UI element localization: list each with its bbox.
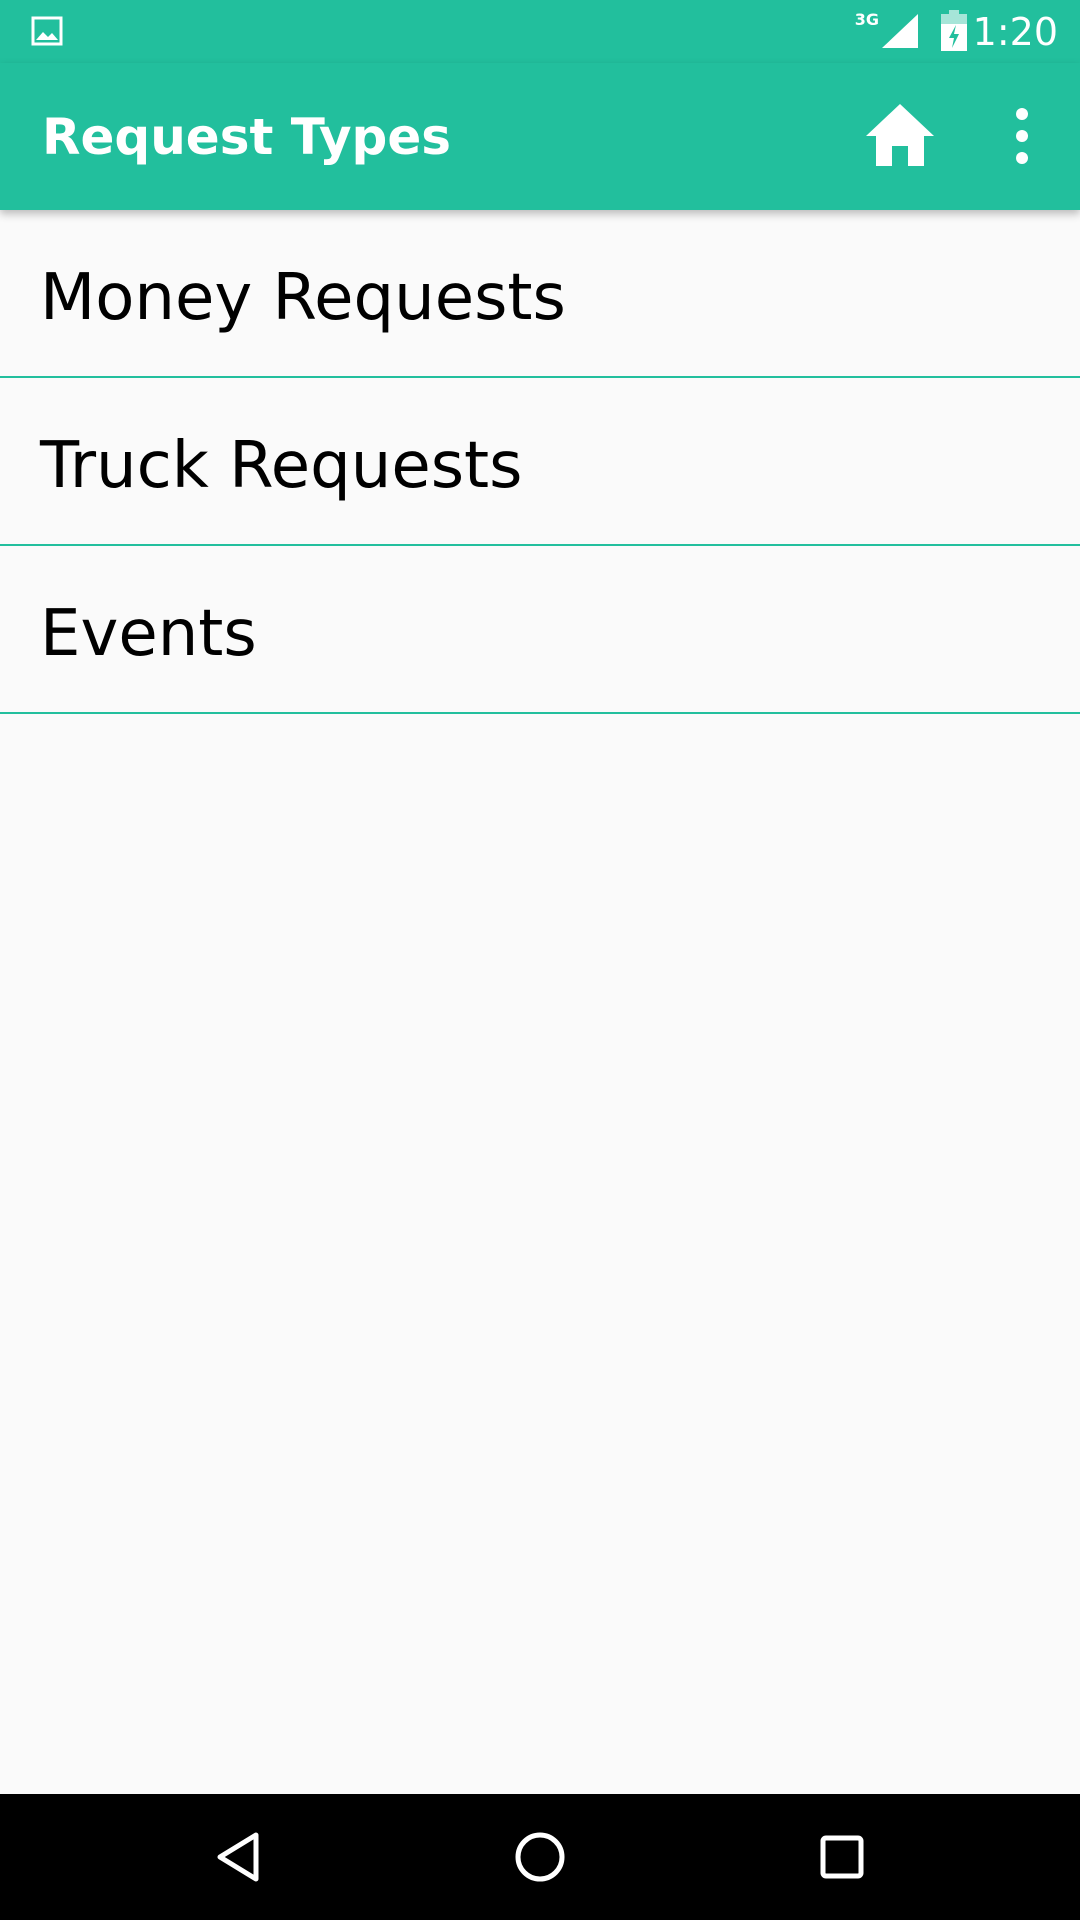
list-item-truck-requests[interactable]: Truck Requests	[0, 378, 1080, 546]
back-icon	[217, 1832, 259, 1882]
home-button[interactable]	[862, 100, 938, 170]
nav-recents-button[interactable]	[812, 1827, 872, 1887]
image-notification-icon	[31, 16, 63, 46]
list-item-label: Money Requests	[40, 261, 566, 335]
page-title: Request Types	[42, 108, 452, 166]
more-vert-icon	[1016, 108, 1028, 164]
recents-icon	[820, 1835, 864, 1879]
app-bar: Request Types	[0, 63, 1080, 210]
status-bar: 3G 1:20	[0, 0, 1080, 63]
navigation-bar	[0, 1794, 1080, 1920]
request-types-list: Money Requests Truck Requests Events	[0, 210, 1080, 714]
network-type-label: 3G	[854, 10, 879, 29]
status-clock: 1:20	[972, 10, 1058, 54]
list-item-label: Events	[40, 597, 257, 671]
home-circle-icon	[515, 1832, 565, 1882]
home-icon	[866, 104, 934, 166]
nav-home-button[interactable]	[510, 1827, 570, 1887]
battery-charging-icon	[941, 10, 967, 51]
nav-back-button[interactable]	[210, 1827, 270, 1887]
list-item-money-requests[interactable]: Money Requests	[0, 210, 1080, 378]
list-item-label: Truck Requests	[40, 429, 523, 503]
list-item-events[interactable]: Events	[0, 546, 1080, 714]
signal-icon	[882, 14, 918, 48]
overflow-menu-button[interactable]	[1000, 103, 1044, 169]
